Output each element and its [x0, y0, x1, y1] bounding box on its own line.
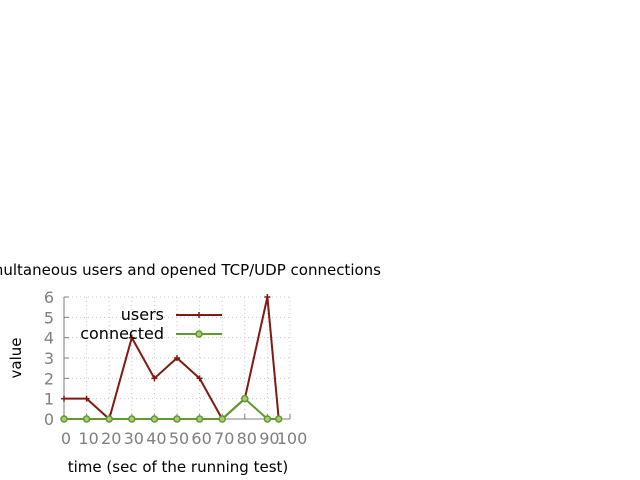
legend-marker: [195, 330, 203, 338]
series-connected: [60, 394, 283, 423]
data-point-connected: [195, 415, 204, 423]
x-tick-label: 60: [191, 429, 211, 448]
y-tick-label: 4: [44, 329, 54, 348]
y-tick-label: 2: [44, 369, 54, 388]
data-point-connected: [274, 415, 283, 423]
legend-item-users: users: [121, 305, 222, 324]
data-point-users: [61, 395, 67, 402]
legend-label: connected: [80, 324, 164, 343]
tick-labels: 0 10 20 30 40 50 60 70 80 901000123456: [44, 288, 307, 448]
data-point-connected: [218, 415, 226, 423]
data-point-users: [264, 294, 271, 300]
x-tick-label: 10: [78, 429, 98, 448]
x-tick-label: 100: [277, 429, 308, 448]
y-tick-label: 6: [44, 288, 54, 307]
x-tick-label: 50: [169, 429, 189, 448]
x-tick-label: 30: [124, 429, 144, 448]
data-point-connected: [105, 415, 113, 423]
data-point-connected: [150, 415, 159, 423]
chart-title: Simultaneous users and opened TCP/UDP co…: [0, 261, 381, 279]
data-point-connected: [263, 415, 272, 423]
legend-label: users: [121, 305, 164, 324]
legend: usersconnected: [80, 305, 222, 343]
x-tick-label: 40: [146, 429, 166, 448]
data-point-connected: [82, 415, 91, 423]
y-tick-label: 0: [44, 410, 54, 429]
y-tick-label: 5: [44, 308, 54, 327]
data-point-connected: [173, 415, 181, 423]
chart: Simultaneous users and opened TCP/UDP co…: [0, 261, 381, 476]
data-point-connected: [241, 394, 249, 403]
x-tick-label: 0: [61, 429, 71, 448]
y-axis-label: value: [7, 338, 25, 379]
x-axis-label: time (sec of the running test): [68, 458, 289, 476]
y-tick-label: 3: [44, 349, 54, 368]
x-tick-label: 20: [101, 429, 121, 448]
y-tick-label: 1: [44, 390, 54, 409]
x-tick-label: 70: [214, 429, 234, 448]
x-tick-label: 80: [237, 429, 257, 448]
legend-item-connected: connected: [80, 324, 222, 343]
data-point-connected: [60, 415, 68, 423]
data-point-connected: [128, 415, 136, 423]
